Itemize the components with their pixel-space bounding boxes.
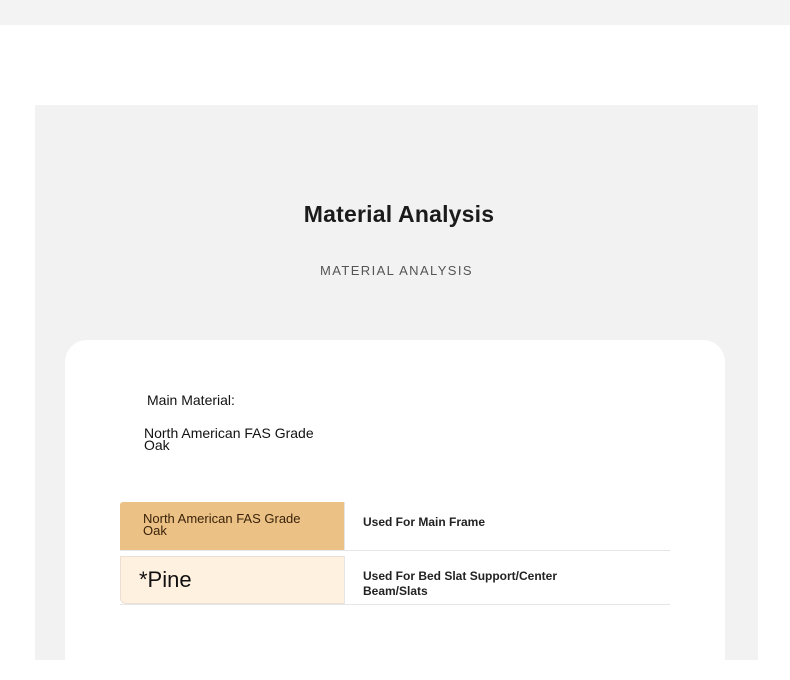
table-row: North American FAS Grade Oak Used For Ma… <box>120 502 670 551</box>
section-title: Material Analysis <box>303 201 495 227</box>
cell-divider <box>344 502 345 550</box>
main-material-label: Main Material: <box>147 392 235 408</box>
material-name: *Pine <box>139 567 192 592</box>
material-cell: North American FAS Grade Oak <box>120 502 344 550</box>
material-analysis-section: Material Analysis MATERIAL ANALYSIS Main… <box>35 105 758 680</box>
main-material-value: North American FAS Grade Oak <box>144 425 314 453</box>
top-strip <box>0 0 790 25</box>
section-subtitle: MATERIAL ANALYSIS <box>320 263 473 278</box>
material-cell: *Pine <box>120 556 344 604</box>
table-row: *Pine Used For Bed Slat Support/Center B… <box>120 551 670 605</box>
materials-table: North American FAS Grade Oak Used For Ma… <box>120 502 670 605</box>
material-card: Main Material: North American FAS Grade … <box>65 340 725 680</box>
material-usage: Used For Main Frame <box>363 515 486 529</box>
cell-divider <box>344 556 345 604</box>
material-usage: Used For Bed Slat Support/Center Beam/Sl… <box>363 569 558 598</box>
material-name: North American FAS Grade Oak <box>143 511 301 538</box>
